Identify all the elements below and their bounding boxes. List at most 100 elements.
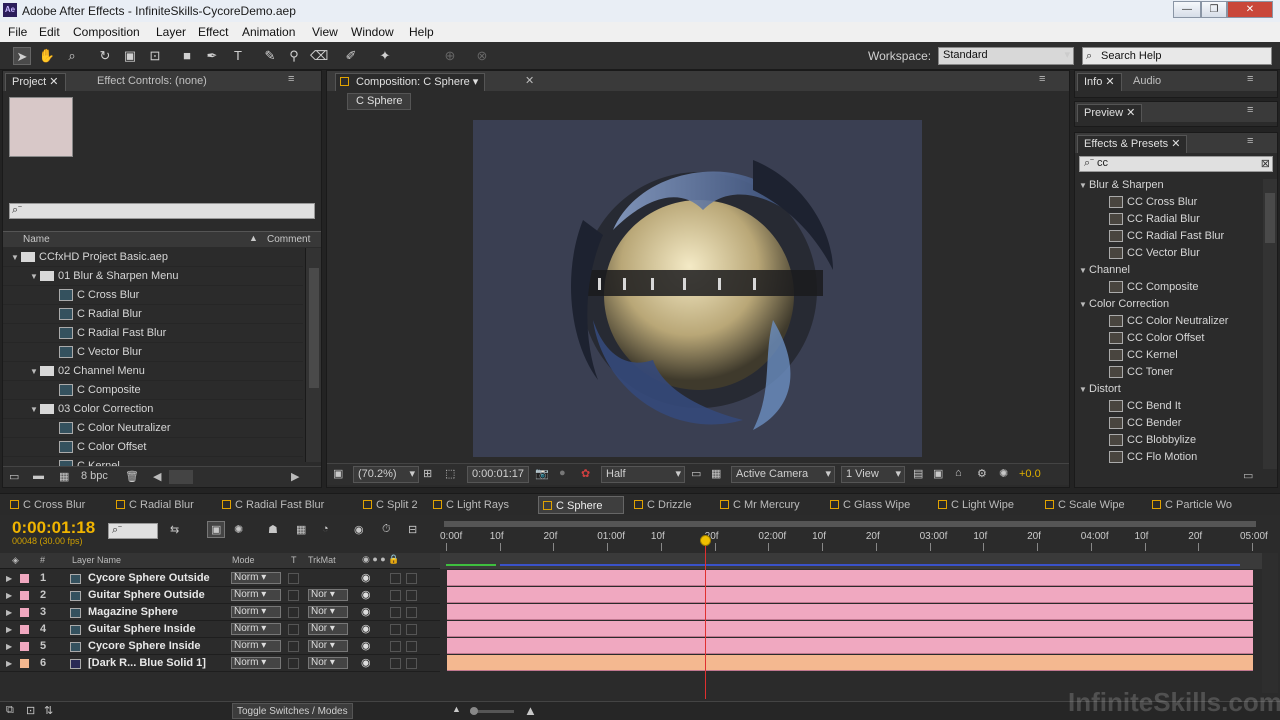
exposure-value[interactable]: +0.0: [1019, 468, 1041, 480]
maximize-button[interactable]: ❐: [1201, 1, 1227, 18]
new-folder-icon[interactable]: ▬: [33, 470, 44, 482]
comp-tab[interactable]: C Scale Wipe: [1041, 496, 1146, 514]
menu-edit[interactable]: Edit: [39, 25, 60, 39]
switches-pane-icon[interactable]: ⧉: [6, 704, 14, 717]
project-item[interactable]: C Composite: [3, 381, 303, 400]
comp-tab[interactable]: C Mr Mercury: [716, 496, 824, 514]
scroll-left-icon[interactable]: ◀: [153, 470, 161, 483]
project-item[interactable]: C Kernel: [3, 457, 303, 466]
motion-blur-icon[interactable]: ◔: [322, 523, 329, 535]
comp-tab[interactable]: C Radial Blur: [112, 496, 216, 514]
menu-window[interactable]: Window: [351, 25, 394, 39]
show-snapshot-icon[interactable]: ●: [559, 467, 566, 479]
tab-audio[interactable]: Audio: [1127, 73, 1167, 91]
comp-tab[interactable]: C Radial Fast Blur: [218, 496, 357, 514]
close-tab-icon[interactable]: ✕: [525, 74, 534, 87]
frame-blending-icon[interactable]: ▦: [296, 523, 306, 536]
timeline-timecode[interactable]: 0:00:01:18: [12, 518, 95, 538]
comp-tab[interactable]: C Cross Blur: [6, 496, 110, 514]
comp-breadcrumb[interactable]: C Sphere: [347, 93, 412, 110]
effect-category[interactable]: ▼ Distort: [1075, 381, 1261, 398]
zoom-out-icon[interactable]: ▲: [452, 704, 461, 714]
effect-item[interactable]: CC Composite: [1075, 279, 1261, 296]
menu-help[interactable]: Help: [409, 25, 434, 39]
always-preview-icon[interactable]: ▣: [333, 467, 343, 480]
playhead[interactable]: [699, 535, 711, 699]
effect-category[interactable]: ▼ Color Correction: [1075, 296, 1261, 313]
workspace-select[interactable]: Standard: [938, 47, 1074, 65]
menu-layer[interactable]: Layer: [156, 25, 186, 39]
disclosure-triangle-icon[interactable]: ▼: [1079, 177, 1089, 194]
project-item[interactable]: ▼ CCfxHD Project Basic.aep: [3, 248, 303, 267]
layer-duration-bar[interactable]: [447, 655, 1253, 671]
effect-category[interactable]: ▼ Blur & Sharpen: [1075, 177, 1261, 194]
project-item[interactable]: ▼ 02 Channel Menu: [3, 362, 303, 381]
comp-viewer[interactable]: [473, 120, 922, 457]
disclosure-triangle-icon[interactable]: ▼: [30, 362, 40, 381]
camera-select[interactable]: Active Camera: [731, 466, 835, 483]
project-item[interactable]: C Vector Blur: [3, 343, 303, 362]
selection-tool-icon[interactable]: ➤: [13, 47, 31, 65]
project-item[interactable]: C Radial Blur: [3, 305, 303, 324]
modes-pane-icon[interactable]: ⊡: [26, 704, 35, 717]
comp-tab[interactable]: C Glass Wipe: [826, 496, 932, 514]
toggle-pixel-aspect-icon[interactable]: ▤: [913, 467, 923, 480]
effect-item[interactable]: CC Flo Motion: [1075, 449, 1261, 466]
effect-item[interactable]: CC Color Offset: [1075, 330, 1261, 347]
tab-info[interactable]: Info ✕: [1077, 73, 1122, 91]
project-item[interactable]: C Color Neutralizer: [3, 419, 303, 438]
effect-item[interactable]: CC Cross Blur: [1075, 194, 1261, 211]
puppet-pin-tool-icon[interactable]: ✦: [376, 47, 394, 65]
label-column-icon[interactable]: ◈: [12, 555, 19, 566]
scroll-thumb[interactable]: [1265, 193, 1275, 243]
magnification-select[interactable]: (70.2%): [353, 466, 419, 483]
effect-item[interactable]: CC Blobbylize: [1075, 432, 1261, 449]
project-item[interactable]: ▼ 01 Blur & Sharpen Menu: [3, 267, 303, 286]
comp-tab[interactable]: C Drizzle: [630, 496, 714, 514]
graph-editor-icon[interactable]: ⊟: [408, 523, 417, 536]
playhead-handle[interactable]: [699, 535, 711, 546]
bpc-label[interactable]: 8 bpc: [81, 470, 108, 482]
panel-menu-icon[interactable]: ≡: [1247, 73, 1253, 85]
new-comp-icon[interactable]: ▦: [59, 470, 69, 483]
brainstorm-icon[interactable]: ◉: [354, 523, 364, 536]
region-interest-icon[interactable]: ▭: [691, 467, 701, 480]
effect-item[interactable]: CC Toner: [1075, 364, 1261, 381]
sort-icon[interactable]: ▲: [249, 233, 258, 243]
disclosure-triangle-icon[interactable]: ▼: [1079, 296, 1089, 313]
effect-item[interactable]: CC Bender: [1075, 415, 1261, 432]
col-name[interactable]: Name: [23, 234, 50, 245]
disclosure-triangle-icon[interactable]: ▼: [30, 400, 40, 419]
effect-category[interactable]: ▼ Channel: [1075, 262, 1261, 279]
draft-3d-icon[interactable]: ✺: [234, 523, 243, 536]
live-update-icon[interactable]: ▣: [207, 521, 226, 538]
time-ruler[interactable]: 0:00f 10f 20f 01:00f 10f 20f 02:00f 10f 20f 03:00…: [440, 519, 1268, 553]
layer-duration-bar[interactable]: [447, 570, 1253, 586]
hand-tool-icon[interactable]: ✋: [38, 47, 56, 65]
panel-menu-icon[interactable]: ≡: [1247, 135, 1253, 147]
effect-item[interactable]: CC Bend It: [1075, 398, 1261, 415]
exposure-icon[interactable]: ✺: [999, 467, 1008, 480]
project-item[interactable]: C Cross Blur: [3, 286, 303, 305]
project-search-input[interactable]: ⌕⁻: [9, 203, 315, 219]
menu-view[interactable]: View: [312, 25, 338, 39]
pan-behind-tool-icon[interactable]: ⊡: [146, 47, 164, 65]
trash-icon[interactable]: 🗑: [125, 470, 139, 483]
layer-duration-bar[interactable]: [447, 587, 1253, 603]
world-axis-icon[interactable]: ⊗: [473, 47, 491, 65]
tab-effect-controls[interactable]: Effect Controls: (none): [91, 73, 213, 91]
channel-icon[interactable]: ✿: [581, 467, 590, 480]
effects-scrollbar[interactable]: [1263, 179, 1277, 469]
menu-composition[interactable]: Composition: [73, 25, 140, 39]
zoom-in-icon[interactable]: ▲: [524, 703, 537, 718]
fast-previews-icon[interactable]: ▣: [933, 467, 943, 480]
effect-item[interactable]: CC Radial Fast Blur: [1075, 228, 1261, 245]
panel-menu-icon[interactable]: ≡: [1039, 73, 1045, 85]
layer-duration-bar[interactable]: [447, 604, 1253, 620]
toggle-switches-modes-button[interactable]: Toggle Switches / Modes: [232, 703, 353, 719]
comp-tab[interactable]: C Light Wipe: [934, 496, 1039, 514]
roto-brush-tool-icon[interactable]: ✐: [342, 47, 360, 65]
project-item[interactable]: ▼ 03 Color Correction: [3, 400, 303, 419]
scroll-thumb[interactable]: [309, 268, 319, 388]
clear-search-icon[interactable]: ⊠: [1261, 157, 1270, 170]
